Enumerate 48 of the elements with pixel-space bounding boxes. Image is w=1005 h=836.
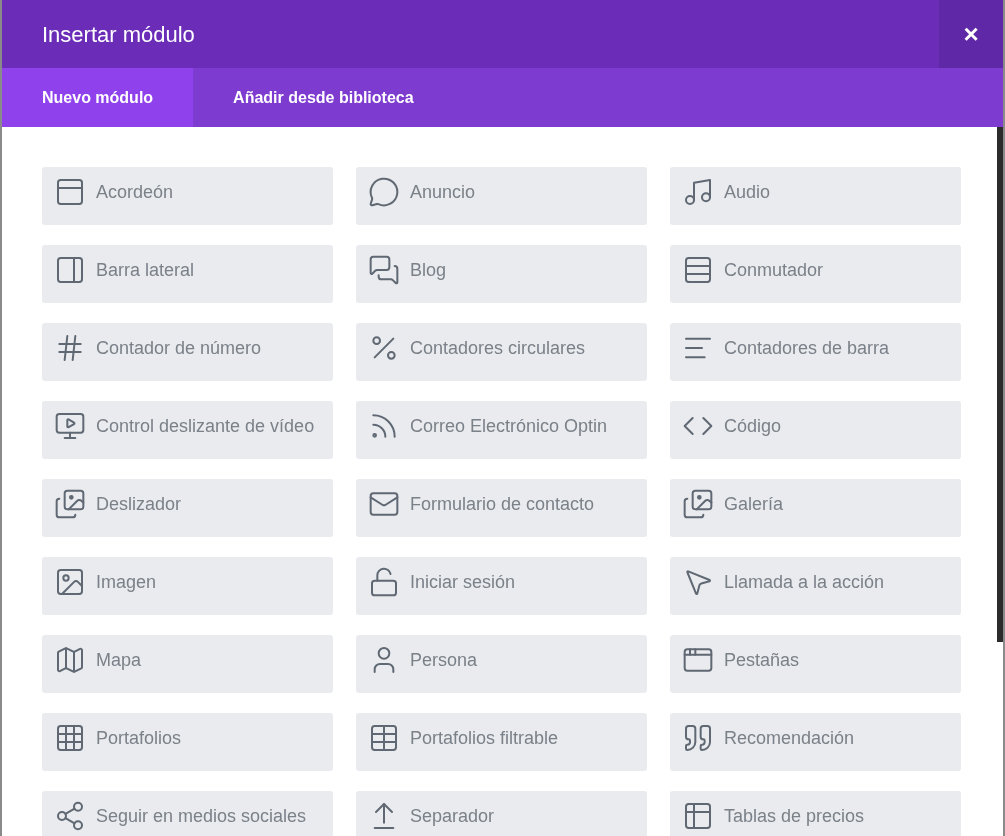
module-button[interactable]: Mapa [42,635,333,693]
module-button[interactable]: Imagen [42,557,333,615]
panel-icon [54,176,86,208]
tab[interactable]: Añadir desde biblioteca [193,68,454,127]
music-note-icon [682,176,714,208]
module-button[interactable]: Deslizador [42,479,333,537]
module-button[interactable]: Separador [356,791,647,836]
module-button[interactable]: Galería [670,479,961,537]
table-grid-icon [368,722,400,754]
module-button[interactable]: Formulario de contacto [356,479,647,537]
table-icon [682,800,714,832]
chat-bubbles-icon [368,254,400,286]
module-button[interactable]: Contador de número [42,323,333,381]
module-button[interactable]: Conmutador [670,245,961,303]
module-button[interactable]: Control deslizante de vídeo [42,401,333,459]
module-button[interactable]: Recomendación [670,713,961,771]
module-button[interactable]: Pestañas [670,635,961,693]
module-button[interactable]: Llamada a la acción [670,557,961,615]
stacked-rows-icon [682,254,714,286]
module-button[interactable]: Audio [670,167,961,225]
image-icon [54,566,86,598]
module-button[interactable]: Barra lateral [42,245,333,303]
module-button[interactable]: Código [670,401,961,459]
module-button[interactable]: Blog [356,245,647,303]
close-button[interactable]: × [939,0,1003,68]
tab[interactable]: Nuevo módulo [2,68,194,127]
image-stack-icon [682,488,714,520]
module-button[interactable]: Correo Electrónico Optin [356,401,647,459]
open-padlock-icon [368,566,400,598]
module-button[interactable]: Portafolios filtrable [356,713,647,771]
share-icon [54,800,86,832]
module-button[interactable]: Seguir en medios sociales [42,791,333,836]
module-button[interactable]: Portafolios [42,713,333,771]
sidebar-panel-icon [54,254,86,286]
module-button[interactable]: Anuncio [356,167,647,225]
window-title: Insertar módulo [41,20,196,49]
grid-icon [54,722,86,754]
quote-icon [682,722,714,754]
module-button[interactable]: Contadores de barra [670,323,961,381]
video-play-icon [54,410,86,442]
map-icon [54,644,86,676]
images-icon [54,488,86,520]
module-button[interactable]: Tablas de precios [670,791,961,836]
speech-bubble-icon [368,176,400,208]
module-button[interactable]: Iniciar sesión [356,557,647,615]
module-button[interactable]: Persona [356,635,647,693]
module-button[interactable]: Acordeón [42,167,333,225]
module-button[interactable]: Contadores circulares [356,323,647,381]
